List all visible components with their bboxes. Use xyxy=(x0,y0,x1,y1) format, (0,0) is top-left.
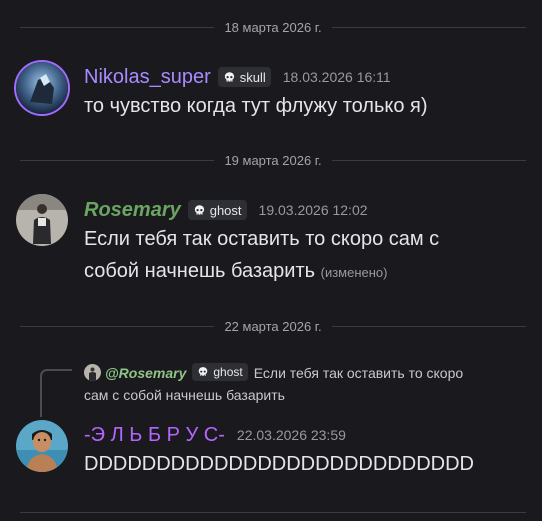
message: -Э Л Ь Б Р У С- 22.03.2026 23:59 DDDDDDD… xyxy=(16,420,532,480)
server-tag[interactable]: ghost xyxy=(192,363,248,381)
message-text-line: собой начнешь базарить xyxy=(84,260,316,282)
tag-label: skull xyxy=(239,69,266,85)
divider-date: 19 марта 2026 г. xyxy=(224,152,322,168)
tag-label: ghost xyxy=(213,365,243,379)
date-divider: 22 марта 2026 г. xyxy=(20,317,527,335)
avatar[interactable] xyxy=(16,62,68,114)
username[interactable]: Rosemary xyxy=(84,199,181,222)
reply-username[interactable]: @Rosemary xyxy=(105,365,186,381)
skull-icon xyxy=(194,204,204,215)
date-divider-partial xyxy=(20,503,526,521)
divider-line xyxy=(20,159,215,161)
divider-line xyxy=(20,325,215,327)
skull-icon xyxy=(224,71,234,82)
date-divider: 19 марта 2026 г. xyxy=(20,151,527,169)
message-text: DDDDDDDDDDDDDDDDDDDDDDDDDDD xyxy=(84,453,474,475)
tag-label: ghost xyxy=(209,202,242,218)
divider-line xyxy=(331,325,527,327)
divider-line xyxy=(331,26,527,28)
divider-line xyxy=(20,26,215,28)
date-divider: 18 марта 2026 г. xyxy=(20,18,527,36)
username[interactable]: Nikolas_super xyxy=(84,66,211,89)
reply-avatar xyxy=(84,364,101,381)
server-tag[interactable]: skull xyxy=(217,67,271,87)
divider-date: 18 марта 2026 г. xyxy=(224,19,322,35)
reply-text: сам с собой начнешь базарить xyxy=(84,387,285,403)
reply-text: Если тебя так оставить то скоро xyxy=(253,365,464,381)
skull-icon xyxy=(199,367,208,376)
reply-preview[interactable]: @Rosemary ghost Если тебя так оставить т… xyxy=(84,362,526,406)
divider-line xyxy=(331,159,527,161)
avatar[interactable] xyxy=(16,194,68,246)
message: Nikolas_super skull 18.03.2026 16:11 то … xyxy=(16,62,532,118)
reply-connector xyxy=(40,369,72,417)
message: Rosemary ghost 19.03.2026 12:02 Если теб… xyxy=(16,194,532,290)
timestamp[interactable]: 19.03.2026 12:02 xyxy=(259,202,368,218)
avatar[interactable] xyxy=(16,420,68,472)
edited-label: (изменено) xyxy=(320,265,388,280)
timestamp[interactable]: 22.03.2026 23:59 xyxy=(237,427,346,443)
message-text: то чувство когда тут флужу только я) xyxy=(84,95,428,117)
divider-date: 22 марта 2026 г. xyxy=(224,318,322,334)
timestamp[interactable]: 18.03.2026 16:11 xyxy=(283,69,391,85)
server-tag[interactable]: ghost xyxy=(187,200,247,220)
message-text-line: Если тебя так оставить то скоро сам с xyxy=(84,228,440,250)
username[interactable]: -Э Л Ь Б Р У С- xyxy=(84,424,225,447)
